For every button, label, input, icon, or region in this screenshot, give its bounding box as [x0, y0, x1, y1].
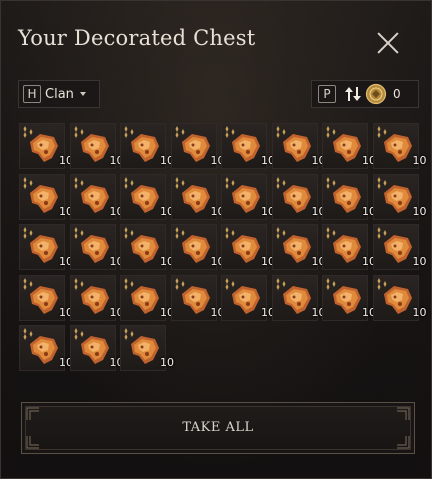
inventory-slot[interactable]: 10 — [19, 173, 73, 220]
inventory-slot[interactable]: 10 — [120, 173, 174, 220]
sparkle-icon — [74, 277, 83, 290]
sparkle-icon — [124, 126, 134, 138]
inventory-slot[interactable]: 10 — [170, 173, 225, 220]
sparkle-icon — [225, 227, 235, 239]
sparkle-icon — [124, 328, 134, 340]
sparkle-icon — [74, 227, 83, 239]
inventory-slot[interactable]: 10 — [170, 224, 225, 270]
item-quantity: 10 — [412, 154, 427, 167]
sparkle-icon — [326, 126, 336, 138]
inventory-slot[interactable]: 10 — [19, 325, 73, 371]
gold-coin-icon[interactable] — [365, 83, 387, 105]
sparkle-icon — [377, 227, 386, 239]
inventory-slot[interactable]: 10 — [120, 274, 174, 321]
item-quantity: 10 — [412, 305, 427, 319]
sparkle-icon — [74, 126, 83, 138]
hotkey-p-badge: P — [318, 85, 336, 103]
sparkle-icon — [326, 277, 336, 290]
sparkle-icon — [23, 277, 33, 290]
sparkle-icon — [175, 227, 184, 239]
inventory-slot[interactable]: 10 — [271, 123, 326, 169]
sparkle-icon — [175, 126, 184, 138]
sparkle-icon — [175, 176, 184, 189]
chevron-down-icon — [79, 92, 86, 96]
inventory-slot[interactable]: 10 — [221, 123, 275, 169]
sparkle-icon — [175, 277, 184, 290]
inventory-slot[interactable]: 10 — [69, 274, 124, 321]
corner-ornament-icon — [26, 436, 39, 449]
inventory-slot[interactable]: 10 — [221, 224, 275, 270]
hotkey-h-badge: H — [23, 85, 41, 103]
sparkle-icon — [23, 227, 33, 239]
clan-filter-label: Clan — [45, 86, 74, 102]
inventory-slot[interactable]: 10 — [19, 123, 73, 169]
inventory-slot[interactable]: 10 — [322, 173, 376, 220]
sparkle-icon — [276, 227, 285, 239]
inventory-slot[interactable]: 10 — [322, 224, 376, 270]
inventory-slot[interactable]: 10 — [372, 123, 427, 169]
inventory-slot[interactable]: 10 — [69, 325, 124, 371]
inventory-slot[interactable]: 10 — [69, 123, 124, 169]
sparkle-icon — [23, 328, 33, 340]
inventory-slot[interactable]: 10 — [372, 224, 427, 270]
inventory-slot[interactable]: 10 — [120, 325, 174, 371]
corner-ornament-icon — [397, 436, 410, 449]
item-quantity: 10 — [412, 204, 427, 218]
sparkle-icon — [74, 328, 83, 340]
inventory-slot[interactable]: 10 — [19, 274, 73, 321]
sparkle-icon — [276, 126, 285, 138]
sparkle-icon — [377, 126, 386, 138]
currency-value: 0 — [393, 87, 401, 101]
sparkle-icon — [124, 277, 134, 290]
inventory-slot[interactable]: 10 — [170, 274, 225, 321]
inventory-slot[interactable]: 10 — [19, 224, 73, 270]
sparkle-icon — [23, 176, 33, 189]
sparkle-icon — [124, 227, 134, 239]
sparkle-icon — [326, 227, 336, 239]
window-title: Your Decorated Chest — [18, 26, 256, 50]
inventory-slot[interactable]: 10 — [120, 123, 174, 169]
inventory-slot[interactable]: 10 — [322, 123, 376, 169]
item-quantity: 10 — [160, 356, 174, 369]
inventory-slot[interactable]: 10 — [221, 173, 275, 220]
sparkle-icon — [225, 176, 235, 189]
inventory-slot[interactable]: 10 — [170, 123, 225, 169]
sparkle-icon — [23, 126, 33, 138]
corner-ornament-icon — [26, 407, 39, 420]
inventory-slot[interactable]: 10 — [221, 274, 275, 321]
inventory-slot[interactable]: 10 — [69, 224, 124, 270]
inventory-slot[interactable]: 10 — [271, 224, 326, 270]
decorated-chest-window: Your Decorated Chest H Clan P 0 10 10 10 10… — [0, 0, 432, 479]
sort-controls: P 0 — [311, 80, 419, 108]
take-all-button[interactable]: TAKE ALL — [21, 402, 415, 454]
sparkle-icon — [225, 126, 235, 138]
inventory-slot[interactable]: 10 — [372, 173, 427, 220]
take-all-label: TAKE ALL — [182, 420, 254, 435]
inventory-slot[interactable]: 10 — [271, 173, 326, 220]
corner-ornament-icon — [397, 407, 410, 420]
clan-filter-dropdown[interactable]: H Clan — [18, 80, 100, 108]
sparkle-icon — [377, 176, 386, 189]
inventory-slot[interactable]: 10 — [69, 173, 124, 220]
item-quantity: 10 — [412, 255, 427, 268]
inventory-slot[interactable]: 10 — [271, 274, 326, 321]
close-icon[interactable] — [374, 29, 402, 57]
sparkle-icon — [276, 277, 285, 290]
sparkle-icon — [377, 277, 386, 290]
inventory-slot[interactable]: 10 — [120, 224, 174, 270]
sparkle-icon — [326, 176, 336, 189]
inventory-slot[interactable]: 10 — [322, 274, 376, 321]
inventory-slot[interactable]: 10 — [372, 274, 427, 321]
sparkle-icon — [276, 176, 285, 189]
sort-arrows-icon[interactable] — [343, 84, 363, 104]
sparkle-icon — [225, 277, 235, 290]
sparkle-icon — [74, 176, 83, 189]
sparkle-icon — [124, 176, 134, 189]
